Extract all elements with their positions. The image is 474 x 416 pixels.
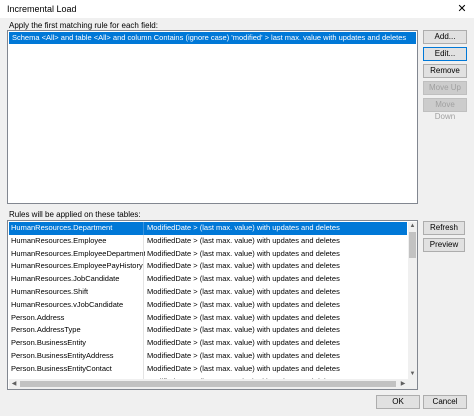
rules-list[interactable]: Schema <All> and table <All> and column … [7,30,418,204]
scrollbar-corner [408,379,417,389]
edit-rule-button[interactable]: Edit... [423,47,467,61]
column-divider [143,247,144,261]
table-name-cell: HumanResources.vJobCandidate [11,299,124,309]
refresh-button[interactable]: Refresh [423,221,465,235]
remove-rule-button[interactable]: Remove [423,64,467,78]
rule-cell: ModifiedDate > (last max. value) with up… [147,223,340,232]
table-row[interactable]: HumanResources.Shift ModifiedDate > (last… [9,286,407,299]
column-divider [143,311,144,325]
table-row[interactable]: HumanResources.vJobCandidate ModifiedDate… [9,298,407,312]
table-row[interactable]: HumanResources.EmployeeDepartmentHistory… [9,247,407,261]
table-row[interactable]: Person.BusinessEntityContact ModifiedDate… [9,362,407,376]
horizontal-scrollbar[interactable]: ◀ ▶ [9,379,408,389]
close-icon[interactable]: ✕ [450,0,474,18]
column-divider [143,362,144,376]
rule-cell: ModifiedDate > (last max. value) with up… [147,325,340,335]
table-row[interactable]: HumanResources.JobCandidate ModifiedDate … [9,273,407,286]
table-row[interactable]: Person.BusinessEntity ModifiedDate > (las… [9,337,407,350]
rule-cell: ModifiedDate > (last max. value) with up… [147,351,340,360]
tables-label: Rules will be applied on these tables: [9,210,141,219]
table-row[interactable]: Person.BusinessEntityAddress ModifiedDate… [9,350,407,363]
column-divider [143,337,144,350]
add-rule-button[interactable]: Add... [423,30,467,44]
rule-cell: ModifiedDate > (last max. value) with up… [147,363,340,373]
table-name-cell: Person.Address [11,312,65,322]
column-divider [143,350,144,363]
vertical-scrollbar[interactable]: ▲ ▼ [408,222,417,379]
table-name-cell: Person.BusinessEntityAddress [11,351,114,360]
table-name-cell: HumanResources.Department [11,223,113,232]
horizontal-scroll-thumb[interactable] [20,381,396,387]
table-name-cell: HumanResources.EmployeeDepartmentHistory [11,248,145,258]
cancel-button[interactable]: Cancel [423,395,467,409]
window-title: Incremental Load [7,4,77,14]
scroll-up-icon[interactable]: ▲ [408,222,417,231]
tables-list[interactable]: HumanResources.Department ModifiedDate > … [7,220,418,390]
scroll-down-icon[interactable]: ▼ [408,370,417,379]
column-divider [143,298,144,312]
table-name-cell: HumanResources.Shift [11,287,89,296]
title-bar: Incremental Load ✕ [0,0,474,18]
rule-cell: ModifiedDate > (last max. value) with up… [147,312,340,322]
table-row[interactable]: Person.Address ModifiedDate > (last max. … [9,311,407,325]
column-divider [143,324,144,338]
column-divider [143,273,144,286]
scroll-left-icon[interactable]: ◀ [9,379,19,389]
move-down-button[interactable]: Move Down [423,98,467,121]
table-row[interactable]: HumanResources.EmployeePayHistory Modifie… [9,260,407,274]
move-up-button[interactable]: Move Up [423,81,467,95]
rule-cell: ModifiedDate > (last max. value) with up… [147,248,340,258]
rule-cell: ModifiedDate > (last max. value) with up… [147,235,340,245]
preview-button[interactable]: Preview [423,238,465,252]
rules-label: Apply the first matching rule for each f… [9,21,158,30]
table-name-cell: HumanResources.JobCandidate [11,274,120,284]
column-divider [143,234,144,248]
table-row[interactable]: Person.AddressType ModifiedDate > (last m… [9,324,407,338]
rule-cell: ModifiedDate > (last max. value) with up… [147,287,340,296]
table-name-cell: Person.AddressType [11,325,81,335]
column-divider [143,222,144,235]
rule-cell: ModifiedDate > (last max. value) with up… [147,338,340,348]
table-row[interactable]: HumanResources.Department ModifiedDate > … [9,222,407,235]
table-name-cell: HumanResources.EmployeePayHistory [11,261,143,271]
rule-item[interactable]: Schema <All> and table <All> and column … [9,32,416,44]
column-divider [143,260,144,274]
scroll-right-icon[interactable]: ▶ [398,379,408,389]
table-name-cell: Person.BusinessEntity [11,338,87,348]
rule-cell: ModifiedDate > (last max. value) with up… [147,299,340,309]
rule-cell: ModifiedDate > (last max. value) with up… [147,261,340,271]
vertical-scroll-thumb[interactable] [409,232,416,258]
table-name-cell: Person.BusinessEntityContact [11,363,112,373]
table-name-cell: HumanResources.Employee [11,235,107,245]
ok-button[interactable]: OK [376,395,420,409]
rule-cell: ModifiedDate > (last max. value) with up… [147,274,340,284]
column-divider [143,286,144,299]
table-row[interactable]: HumanResources.Employee ModifiedDate > (l… [9,234,407,248]
